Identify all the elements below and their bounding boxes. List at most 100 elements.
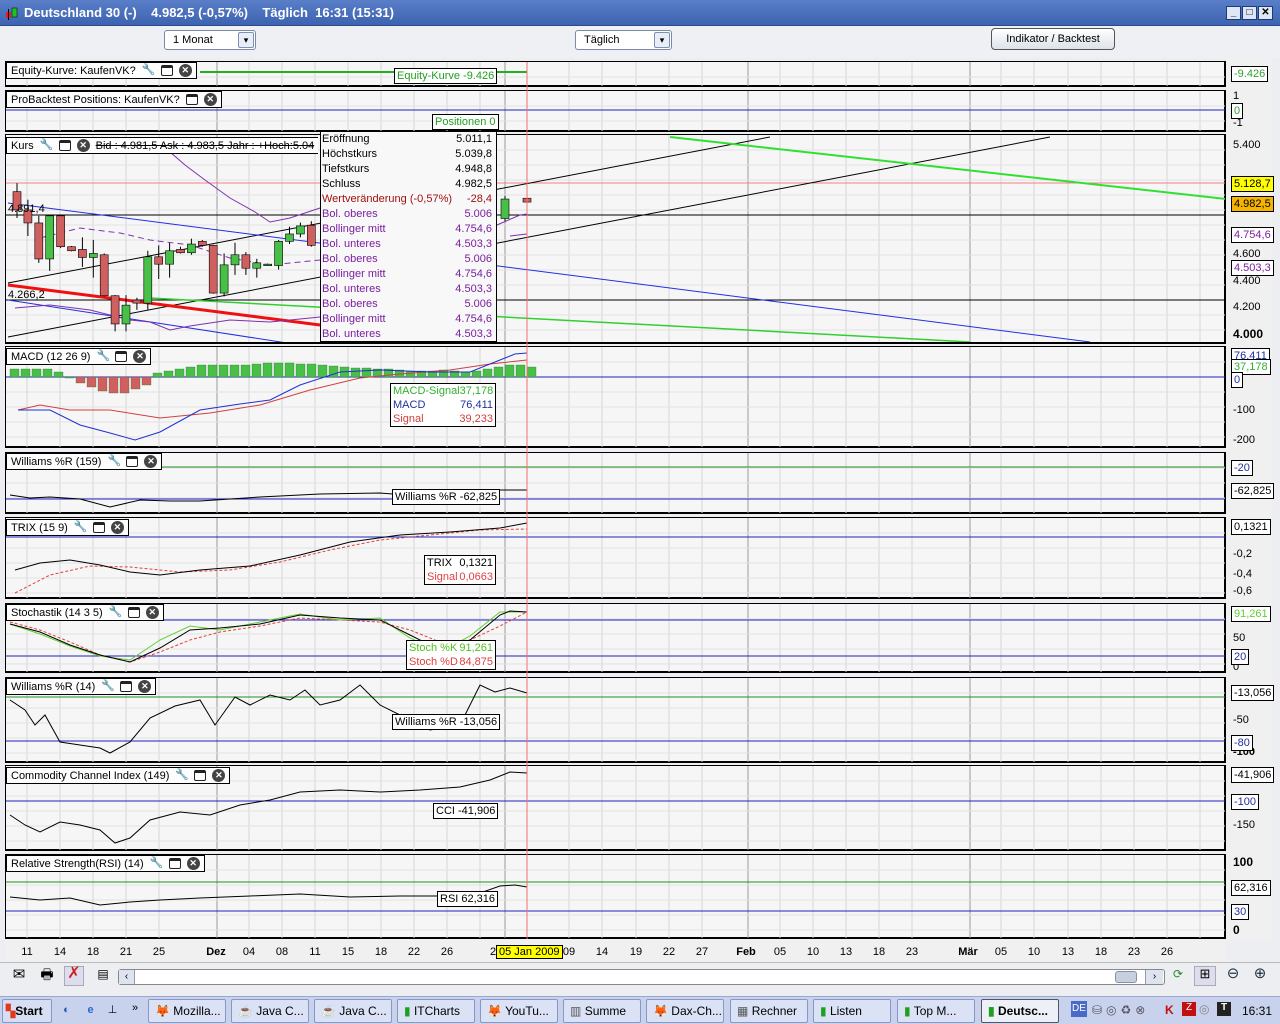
wrench-icon[interactable]: 🔧 [40,139,54,152]
taskbar-app-icon: 🦊 [653,1004,668,1018]
close-icon[interactable]: ✕ [203,93,217,106]
taskbar-item[interactable]: ▦ Rechner [730,999,808,1023]
window-icon[interactable] [160,65,173,76]
date-tick-label: 13 [1061,946,1075,958]
taskbar-app-icon: ▮ [988,1004,995,1018]
close-icon[interactable]: ✕ [145,606,159,619]
horizontal-scrollbar[interactable]: ‹ › [118,969,1165,985]
maximize-button[interactable]: □ [1242,6,1257,20]
taskbar-item[interactable]: ▮ Deutsc... [981,999,1059,1023]
price-panel [5,134,1226,344]
report-icon[interactable]: ▤ [95,968,111,981]
scroll-thumb[interactable] [1115,971,1137,983]
window-icon[interactable] [185,94,198,105]
taskbar-item-label: Rechner [751,1004,798,1018]
unlink-icon[interactable]: ✗ [64,966,84,986]
period-value: 1 Monat [173,34,213,46]
wrench-icon[interactable]: 🔧 [96,350,110,363]
system-tray-icons[interactable]: ⛁◎♻⊗ [1092,1003,1149,1017]
tray-app-icon[interactable]: Z [1182,1002,1196,1016]
equity-axis-value: -9.426 [1231,66,1269,82]
quicklaunch-ie-icon[interactable]: e [84,1004,97,1017]
taskbar-item[interactable]: ▮ Top M... [897,999,975,1023]
minimize-button[interactable]: _ [1226,6,1241,20]
taskbar-item[interactable]: ☕ Java C... [314,999,392,1023]
taskbar-item[interactable]: ☕ Java C... [231,999,309,1023]
scroll-right-icon[interactable]: › [1145,970,1163,984]
zoom-in-icon[interactable]: ⊕ [1250,966,1270,981]
taskbar-item[interactable]: ▮ Listen [813,999,891,1023]
mail-icon[interactable]: ✉ [9,967,29,982]
print-icon[interactable]: 🖶 [37,967,57,981]
window-icon[interactable] [127,607,140,618]
macd-panel [5,346,1226,448]
scroll-left-icon[interactable]: ‹ [119,970,135,984]
close-icon[interactable]: ✕ [76,139,90,152]
tooltip-value: -28,4 [466,193,492,205]
taskbar-item[interactable]: ▮ ITCharts [397,999,475,1023]
wrench-icon[interactable]: 🔧 [74,521,88,534]
taskbar-item[interactable]: ▥ Summe [563,999,641,1023]
close-button[interactable]: ✕ [1258,6,1273,20]
cci-title: Commodity Channel Index (149) [11,769,170,782]
wrench-icon[interactable]: 🔧 [142,64,156,77]
window-icon[interactable] [58,140,71,151]
close-icon[interactable]: ✕ [110,521,124,534]
antivirus-icon[interactable]: K [1165,1003,1174,1017]
window-icon[interactable] [120,681,133,692]
tray-clock-icon[interactable]: ◎ [1199,1002,1209,1016]
date-tick-label: 21 [119,946,133,958]
williams159-panel [5,452,1226,514]
quicklaunch-outlook-icon[interactable]: ◐ [60,1004,73,1017]
tooltip-row: Höchstkurs 5.039,8 [322,147,492,162]
quicklaunch-more-icon[interactable]: » [132,1002,138,1014]
taskbar-item[interactable]: 🦊 YouTu... [480,999,558,1023]
trix-title: TRIX (15 9) [11,521,68,534]
close-icon[interactable]: ✕ [178,64,192,77]
bottom-toolbar: ✉ 🖶 ✗ ▤ ‹ › ⟳ ⊞ ⊖ ⊕ [0,962,1280,990]
window-icon[interactable] [126,456,139,467]
window-icon[interactable] [115,351,128,362]
indicator-backtest-button[interactable]: Indikator / Backtest [991,28,1115,50]
language-indicator[interactable]: DE [1071,1001,1087,1017]
period-select[interactable]: 1 Monat ▾ [164,30,256,50]
close-icon[interactable]: ✕ [212,769,226,782]
equity-title: Equity-Kurve: KaufenVK? [11,64,136,77]
close-icon[interactable]: ✕ [138,680,152,693]
window-icon[interactable] [194,770,207,781]
window-icon[interactable] [92,522,105,533]
wrench-icon[interactable]: 🔧 [150,857,164,870]
tooltip-label: Bol. oberes [322,298,378,310]
trix-panel [5,517,1226,599]
interval-select[interactable]: Täglich ▾ [575,30,672,50]
wrench-icon[interactable]: 🔧 [109,606,123,619]
date-tick-label: 14 [53,946,67,958]
taskbar-app-icon: 🦊 [487,1004,502,1018]
tray-t-icon[interactable]: T [1217,1002,1231,1016]
tooltip-label: Tiefstkurs [322,163,370,175]
close-icon[interactable]: ✕ [144,455,158,468]
cci-axis-value: -41,906 [1231,767,1275,783]
wrench-icon[interactable]: 🔧 [101,680,115,693]
level-label-high: 4.891,4 [8,203,45,215]
zoom-fit-icon[interactable]: ⊞ [1194,966,1216,986]
zoom-out-icon[interactable]: ⊖ [1223,966,1243,981]
tooltip-label: Bol. unteres [322,238,381,250]
rsi-header: Relative Strength(RSI) (14) 🔧 ✕ [6,855,205,872]
wrench-icon[interactable]: 🔧 [175,769,189,782]
tooltip-value: 4.503,3 [455,238,492,250]
taskbar-item[interactable]: 🦊 Mozilla... [148,999,226,1023]
date-tick-label: 11 [309,946,321,958]
close-icon[interactable]: ✕ [133,350,147,363]
taskbar-app-icon: ▥ [570,1004,582,1018]
tooltip-value: 4.754,6 [455,223,492,235]
window-icon[interactable] [168,858,181,869]
refresh-icon[interactable]: ⟳ [1170,968,1186,981]
close-icon[interactable]: ✕ [186,857,200,870]
quicklaunch-desktop-icon[interactable]: ⊥ [106,1004,119,1017]
start-button[interactable]: ▚Start [2,999,52,1023]
date-tick-label: 09 [562,946,576,958]
wrench-icon[interactable]: 🔧 [107,455,121,468]
cci-legend: CCI -41,906 [433,803,499,819]
taskbar-item[interactable]: 🦊 Dax-Ch... [646,999,724,1023]
